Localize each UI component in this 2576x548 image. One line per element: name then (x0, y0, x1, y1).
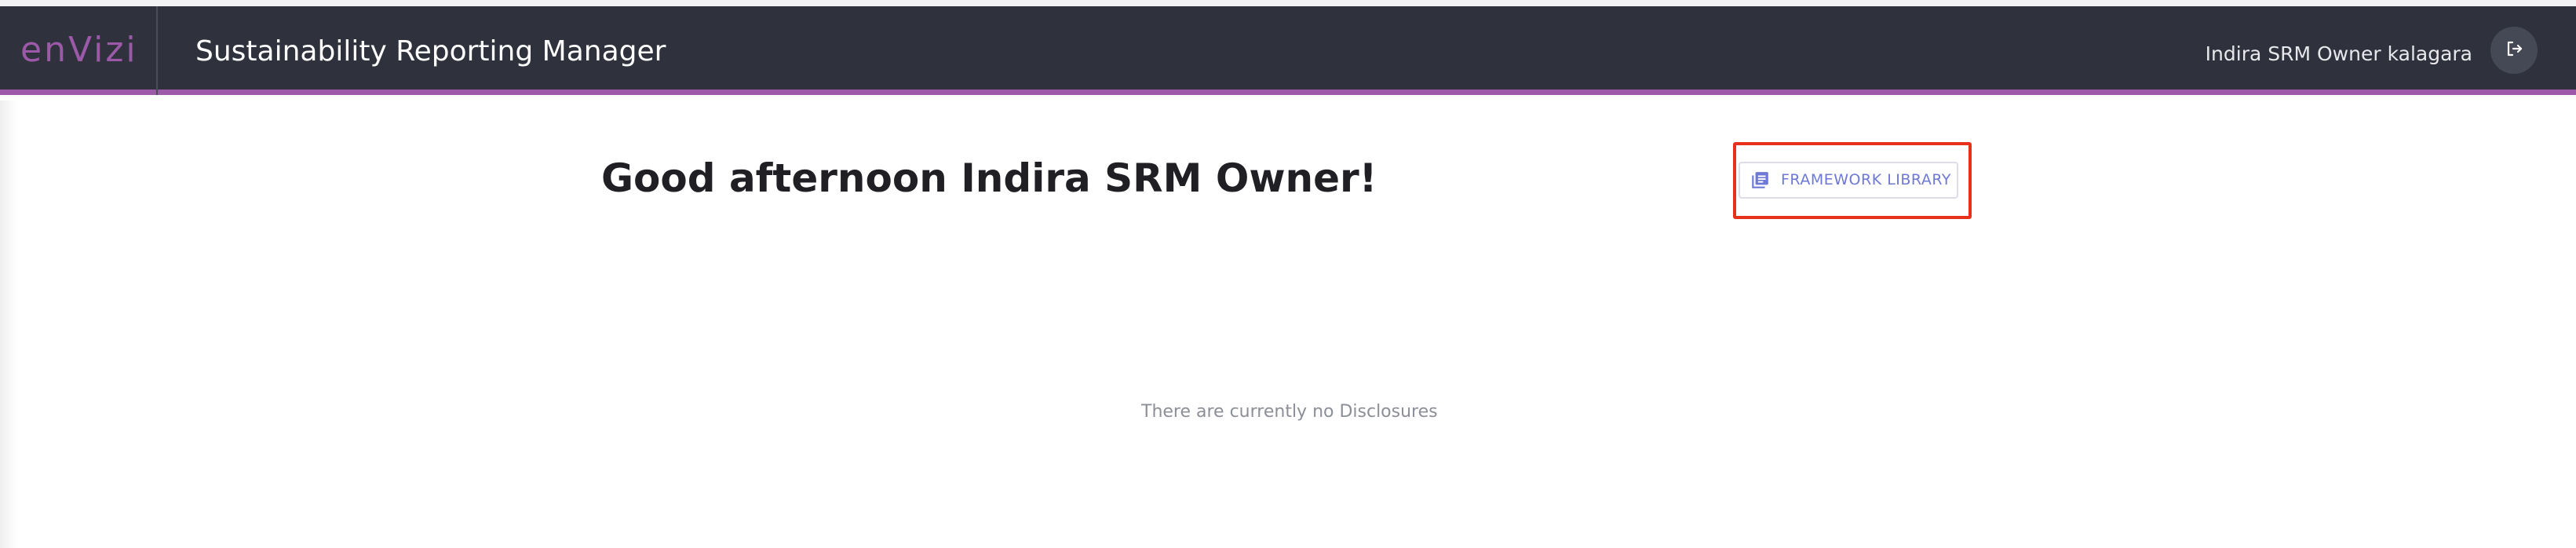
logout-icon (2505, 39, 2523, 61)
greeting-heading: Good afternoon Indira SRM Owner! (601, 155, 1377, 201)
library-books-icon (1748, 169, 1771, 192)
framework-library-button[interactable]: FRAMEWORK LIBRARY (1739, 162, 1958, 199)
nav-divider (156, 6, 158, 95)
left-edge-shadow (0, 100, 17, 548)
user-name: Indira SRM Owner kalagara (2205, 42, 2472, 65)
app-title: Sustainability Reporting Manager (195, 35, 666, 68)
logout-button[interactable] (2490, 27, 2538, 74)
top-navbar: enVizi Sustainability Reporting Manager … (0, 6, 2576, 95)
envizi-logo[interactable]: enVizi (20, 33, 138, 68)
empty-disclosures-message: There are currently no Disclosures (1141, 402, 1438, 422)
top-strip (0, 0, 2576, 6)
page: enVizi Sustainability Reporting Manager … (0, 0, 2576, 548)
framework-library-label: FRAMEWORK LIBRARY (1781, 171, 1951, 188)
